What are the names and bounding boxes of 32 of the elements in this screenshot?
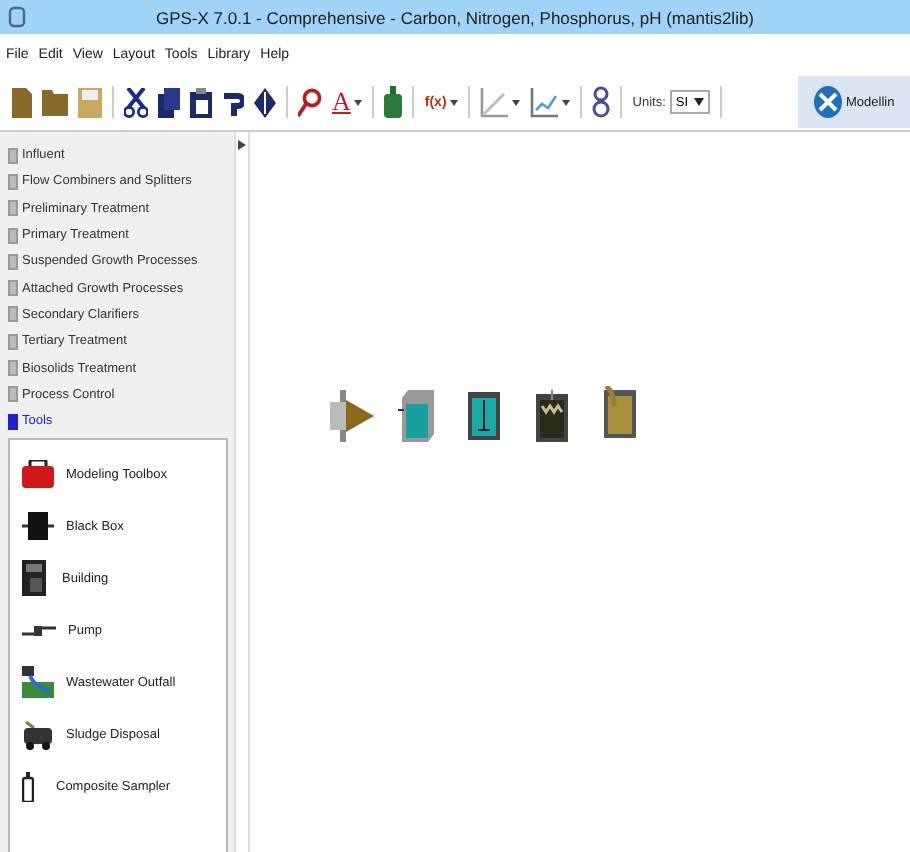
chart-icon[interactable]: [530, 87, 559, 117]
clipboard-icon[interactable]: [190, 87, 212, 117]
reactor-icon[interactable]: [462, 390, 506, 442]
window-title: GPS-X 7.0.1 - Comprehensive - Carbon, Nitrogen, Phosphorus, pH (mantis2lib): [153, 7, 757, 27]
filter-icon[interactable]: [530, 390, 574, 442]
truck-icon[interactable]: [22, 718, 54, 751]
new-file-icon[interactable]: [12, 87, 32, 117]
undo-icon[interactable]: [222, 87, 244, 117]
scrollbar[interactable]: [234, 132, 248, 852]
caret-icon[interactable]: [512, 99, 521, 105]
scissors-icon[interactable]: [124, 87, 148, 117]
building-icon[interactable]: [22, 560, 46, 597]
copy-icon[interactable]: [158, 87, 180, 117]
influent-icon[interactable]: [330, 390, 374, 442]
pump-icon[interactable]: [22, 624, 56, 637]
digester-icon[interactable]: [598, 386, 642, 442]
caret-icon[interactable]: [694, 98, 705, 106]
font-color-button[interactable]: A: [332, 86, 351, 118]
folder-icon[interactable]: [42, 88, 68, 116]
unit-box-icon[interactable]: [22, 510, 54, 543]
search-icon[interactable]: [298, 87, 322, 117]
tank-icon[interactable]: [398, 390, 438, 442]
sampler-icon[interactable]: [22, 771, 34, 802]
bottle-icon[interactable]: [384, 86, 403, 118]
caret-icon[interactable]: [562, 99, 571, 105]
outfall-icon[interactable]: [22, 666, 54, 699]
caret-icon[interactable]: [450, 99, 459, 105]
app-icon: [8, 6, 26, 28]
cross-logo-icon[interactable]: [814, 86, 842, 118]
arrow-icon[interactable]: [238, 140, 246, 150]
caret-icon[interactable]: [354, 99, 363, 105]
toolbox-icon[interactable]: [22, 460, 54, 489]
